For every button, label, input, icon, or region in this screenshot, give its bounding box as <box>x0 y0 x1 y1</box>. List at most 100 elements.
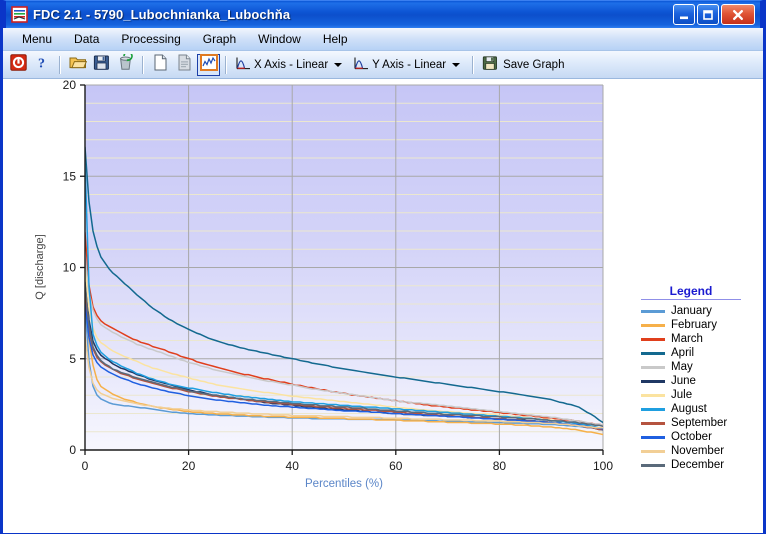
stop-button[interactable] <box>7 53 30 76</box>
y-tick-label: 10 <box>63 261 77 275</box>
new-document-icon <box>153 54 168 76</box>
y-axis-scale-dropdown[interactable]: Y Axis - Linear <box>350 54 467 76</box>
minimize-button[interactable] <box>673 4 695 25</box>
legend-item-label: April <box>671 347 695 359</box>
toolbar: ? X Axis - Linear Y Axis - Linear Save G… <box>3 50 763 79</box>
legend-color-swatch <box>641 407 665 411</box>
legend-item-april[interactable]: April <box>641 346 753 360</box>
x-axis-title: Percentiles (%) <box>305 478 383 490</box>
close-button[interactable] <box>721 4 755 25</box>
stop-icon <box>10 53 27 76</box>
legend-item-label: June <box>671 375 696 387</box>
open-button[interactable] <box>66 54 89 76</box>
x-tick-label: 0 <box>82 459 89 473</box>
legend-color-swatch <box>641 379 665 383</box>
legend-rows: January February March April May June Jule Augu… <box>641 304 753 472</box>
legend-item-label: November <box>671 445 725 457</box>
legend-item-june[interactable]: June <box>641 374 753 388</box>
copy-document-button[interactable] <box>173 54 196 76</box>
legend-item-august[interactable]: August <box>641 402 753 416</box>
legend-item-label: October <box>671 431 712 443</box>
menu-item-graph[interactable]: Graph <box>192 30 247 48</box>
save-graph-disk-icon <box>482 55 498 74</box>
toolbar-separator-4 <box>472 55 475 74</box>
x-tick-label: 60 <box>389 459 403 473</box>
application-window: FDC 2.1 - 5790_Lubochnianka_Lubochňa Men… <box>0 0 766 534</box>
legend-color-swatch <box>641 337 665 341</box>
chevron-down-icon-2[interactable] <box>452 62 461 67</box>
legend-item-january[interactable]: January <box>641 304 753 318</box>
legend-color-swatch <box>641 309 665 313</box>
menu-item-processing[interactable]: Processing <box>110 30 191 48</box>
delete-button[interactable] <box>114 50 137 76</box>
legend-item-label: February <box>671 319 718 331</box>
legend-item-label: September <box>671 417 728 429</box>
menu-item-data[interactable]: Data <box>63 30 110 48</box>
y-axis-scale-label: Y Axis - Linear <box>372 58 447 71</box>
title-bar: FDC 2.1 - 5790_Lubochnianka_Lubochňa <box>3 0 763 28</box>
menu-item-help[interactable]: Help <box>312 30 359 48</box>
help-button[interactable]: ? <box>31 54 54 76</box>
legend-item-november[interactable]: November <box>641 444 753 458</box>
legend-item-september[interactable]: September <box>641 416 753 430</box>
legend-item-october[interactable]: October <box>641 430 753 444</box>
y-axis-title: Q [discharge] <box>34 234 46 299</box>
legend-color-swatch <box>641 421 665 425</box>
maximize-button[interactable] <box>697 4 719 25</box>
recycle-bin-icon <box>117 50 134 76</box>
save-button[interactable] <box>90 54 113 76</box>
legend-item-label: August <box>671 403 707 415</box>
legend-color-swatch <box>641 393 665 397</box>
save-graph-label: Save Graph <box>503 58 565 71</box>
x-axis-curve-icon <box>235 56 251 74</box>
x-axis-scale-label: X Axis - Linear <box>254 58 329 71</box>
window-title: FDC 2.1 - 5790_Lubochnianka_Lubochňa <box>33 7 291 22</box>
menu-item-menu[interactable]: Menu <box>11 30 63 48</box>
y-tick-label: 0 <box>69 443 76 457</box>
save-graph-button[interactable]: Save Graph <box>479 53 567 76</box>
legend-item-december[interactable]: December <box>641 458 753 472</box>
toolbar-separator-3 <box>225 55 227 74</box>
legend-item-label: Jule <box>671 389 693 401</box>
legend-item-label: May <box>671 361 693 373</box>
legend-item-label: January <box>671 305 712 317</box>
svg-text:?: ? <box>38 56 45 71</box>
chart-client-area: 0 5 10 15 20 0 20 40 60 80 100 Q [discharge] Perc… <box>3 79 763 533</box>
y-tick-label: 15 <box>63 169 77 183</box>
x-tick-label: 40 <box>286 459 300 473</box>
x-tick-label: 80 <box>493 459 507 473</box>
copy-document-icon <box>177 54 192 76</box>
legend-item-label: December <box>671 459 725 471</box>
y-axis-curve-icon <box>353 56 369 74</box>
toolbar-separator-1 <box>59 55 61 74</box>
chart-legend: Legend January February March April May June J… <box>641 284 753 472</box>
chart-view-icon <box>199 53 218 76</box>
chart-view-button[interactable] <box>197 53 220 76</box>
legend-color-swatch <box>641 323 665 327</box>
legend-item-may[interactable]: May <box>641 360 753 374</box>
toolbar-separator-2 <box>142 55 144 74</box>
help-icon: ? <box>34 54 51 76</box>
legend-item-february[interactable]: February <box>641 318 753 332</box>
legend-color-swatch <box>641 463 665 467</box>
menu-item-window[interactable]: Window <box>247 30 312 48</box>
legend-color-swatch <box>641 365 665 369</box>
x-axis-ticks: 0 20 40 60 80 100 <box>82 450 613 473</box>
chevron-down-icon[interactable] <box>334 62 343 67</box>
legend-title: Legend <box>641 284 741 300</box>
legend-color-swatch <box>641 435 665 439</box>
legend-item-jule[interactable]: Jule <box>641 388 753 402</box>
legend-item-march[interactable]: March <box>641 332 753 346</box>
x-axis-scale-dropdown[interactable]: X Axis - Linear <box>232 54 349 76</box>
legend-color-swatch <box>641 449 665 453</box>
legend-color-swatch <box>641 351 665 355</box>
open-folder-icon <box>69 54 87 75</box>
x-tick-label: 100 <box>593 459 613 473</box>
new-document-button[interactable] <box>149 54 172 76</box>
x-tick-label: 20 <box>182 459 196 473</box>
y-tick-label: 20 <box>63 79 77 92</box>
app-chart-icon <box>11 6 28 23</box>
y-tick-label: 5 <box>69 352 76 366</box>
legend-item-label: March <box>671 333 703 345</box>
menu-bar: Menu Data Processing Graph Window Help <box>3 28 763 51</box>
